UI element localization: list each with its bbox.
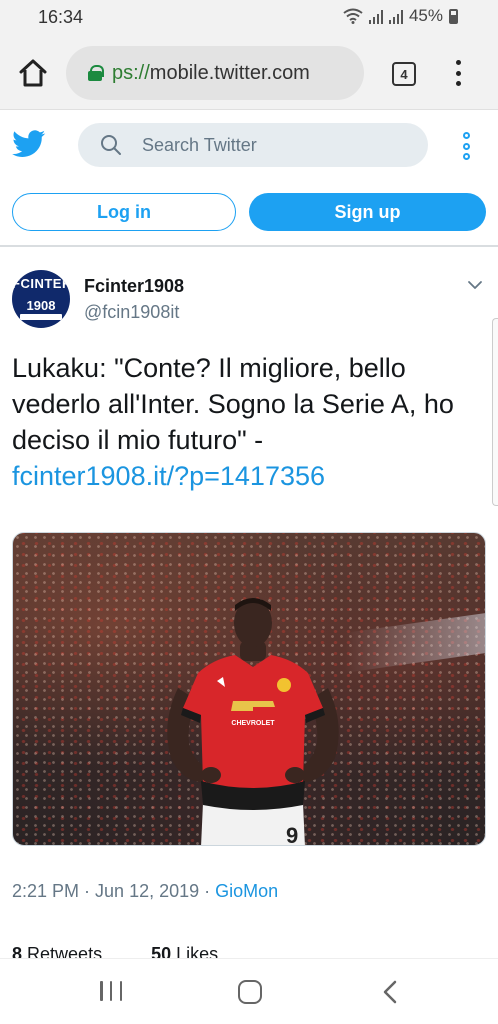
signal-icon xyxy=(368,8,383,24)
tweet-date: Jun 12, 2019 xyxy=(95,881,200,901)
svg-text:9: 9 xyxy=(286,823,298,846)
search-placeholder: Search Twitter xyxy=(142,134,257,155)
likes-count: 50 xyxy=(151,944,172,958)
lock-icon xyxy=(88,65,104,81)
twitter-bird-icon[interactable] xyxy=(12,130,46,158)
more-vert-icon[interactable] xyxy=(452,60,464,86)
status-bar: 16:34 45% xyxy=(0,0,498,36)
retweets-count: 8 xyxy=(12,944,23,958)
tweet-body: Lukaku: "Conte? Il migliore, bello veder… xyxy=(12,350,488,494)
home-circle-icon[interactable] xyxy=(238,980,262,1004)
tweet-meta: 2:21 PM · Jun 12, 2019 · GioMon xyxy=(12,881,279,901)
url-text: ps://mobile.twitter.com xyxy=(112,62,310,85)
auth-buttons: Log in Sign up xyxy=(0,193,498,233)
scroll-handle[interactable] xyxy=(492,318,498,506)
tweet-stats: 8 Retweets 50 Likes xyxy=(12,944,262,958)
url-scheme: ps:// xyxy=(112,61,150,84)
system-nav-bar xyxy=(0,958,498,1024)
tweet-source-link[interactable]: GioMon xyxy=(215,881,278,901)
likes-stat[interactable]: 50 Likes xyxy=(151,944,240,958)
status-time: 16:34 xyxy=(38,7,84,27)
header-divider xyxy=(0,245,498,247)
more-options-icon[interactable] xyxy=(460,132,472,160)
url-host: mobile.twitter.com xyxy=(149,61,310,84)
recent-apps-icon[interactable] xyxy=(100,981,122,1001)
author-name[interactable]: Fcinter1908 xyxy=(84,276,184,297)
back-icon[interactable] xyxy=(382,979,398,1005)
battery-icon xyxy=(449,8,458,24)
shirt-sponsor-text: CHEVROLET xyxy=(231,720,275,727)
tweet-photo[interactable]: 9 CHEVROLET xyxy=(12,532,486,846)
tweet-time: 2:21 PM xyxy=(12,881,80,901)
avatar-logo-year: 1908 xyxy=(26,298,56,313)
avatar-logo-text: FCINTER xyxy=(12,276,70,291)
login-button[interactable]: Log in xyxy=(12,193,236,231)
retweets-stat[interactable]: 8 Retweets xyxy=(12,944,124,958)
signal-icon xyxy=(388,8,403,24)
author-handle[interactable]: @fcin1908it xyxy=(84,302,179,323)
wifi-icon xyxy=(343,8,363,24)
retweets-label: Retweets xyxy=(27,944,103,958)
search-icon xyxy=(101,135,121,155)
browser-toolbar: ps://mobile.twitter.com 4 xyxy=(0,36,498,110)
avatar-logo-band xyxy=(20,314,62,320)
tabs-icon[interactable]: 4 xyxy=(392,62,416,86)
twitter-header: Search Twitter xyxy=(0,110,498,180)
tweet-link[interactable]: fcinter1908.it/?p=1417356 xyxy=(12,458,488,494)
status-icons: 45% xyxy=(343,6,458,26)
home-icon[interactable] xyxy=(16,56,50,90)
chevron-down-icon[interactable] xyxy=(466,276,484,294)
tweet-text: Lukaku: "Conte? Il migliore, bello veder… xyxy=(12,353,454,455)
address-bar[interactable]: ps://mobile.twitter.com xyxy=(66,46,364,100)
search-input[interactable]: Search Twitter xyxy=(78,123,428,167)
battery-percent: 45% xyxy=(408,6,443,25)
avatar[interactable]: FCINTER 1908 xyxy=(12,270,70,328)
football-player-figure: 9 CHEVROLET xyxy=(167,598,339,846)
signup-button[interactable]: Sign up xyxy=(249,193,486,231)
likes-label: Likes xyxy=(176,944,219,958)
